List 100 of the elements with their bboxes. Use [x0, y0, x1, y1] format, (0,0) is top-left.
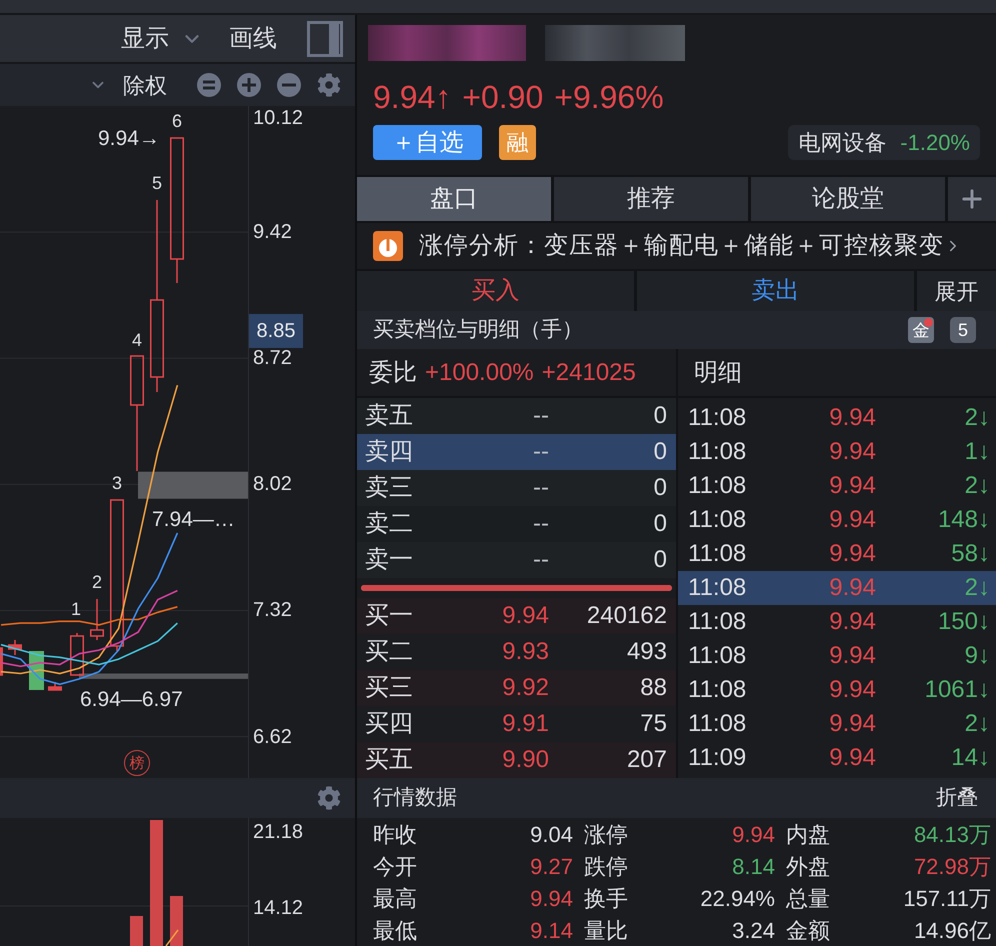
market-data-value: 9.27 [530, 852, 573, 880]
trade-row[interactable]: 11:08 9.94 150↓ [678, 605, 996, 639]
market-data-value: 84.13万 [914, 820, 991, 848]
collapse-button[interactable]: 折叠 [936, 782, 978, 814]
trade-price: 9.94 [828, 573, 876, 603]
order-price: 9.93 [501, 637, 549, 667]
market-data-label: 跌停 [584, 852, 628, 880]
expand-button[interactable]: 展开 [917, 271, 996, 311]
buy-button[interactable]: 买入 [357, 271, 634, 311]
settings-icon[interactable] [317, 786, 341, 810]
trade-row[interactable]: 11:08 9.94 1061↓ [678, 673, 996, 707]
sector-name: 电网设备 [798, 129, 886, 157]
candlestick [70, 633, 84, 676]
trade-row[interactable]: 11:08 9.94 2↓ [678, 401, 996, 435]
order-row[interactable]: 卖三 -- 0 [357, 470, 676, 506]
trade-row[interactable]: 11:08 9.94 1↓ [678, 435, 996, 469]
plus-circle-icon[interactable] [237, 73, 261, 97]
split-panel-icon[interactable] [307, 20, 343, 56]
market-data-label: 金额 [786, 916, 830, 944]
trade-row[interactable]: 11:08 9.94 2↓ [678, 571, 996, 605]
tile-toggle[interactable]: 金 [908, 317, 934, 343]
price-axis-label: 9.42 [253, 222, 292, 242]
rank-badge[interactable]: 榜 [124, 750, 150, 776]
order-price: -- [532, 437, 549, 467]
order-row[interactable]: 买三 9.92 88 [357, 670, 676, 706]
quote-price: 9.94↑ [373, 81, 452, 113]
tab[interactable]: 盘口 [357, 177, 551, 221]
market-data-label: 内盘 [786, 820, 830, 848]
trade-volume: 2↓ [964, 709, 990, 739]
price-zone-label: 6.94—6.97 [80, 688, 183, 710]
order-level-label: 买五 [365, 745, 414, 775]
minus-circle-icon[interactable] [277, 73, 301, 97]
add-tab-button[interactable] [948, 177, 996, 221]
order-volume: 0 [652, 401, 667, 431]
limit-up-analysis-text[interactable]: 涨停分析：变压器＋输配电＋储能＋可控核聚变 [419, 228, 944, 264]
trade-row[interactable]: 11:08 9.94 9↓ [678, 639, 996, 673]
equals-circle-icon[interactable] [197, 73, 221, 97]
settings-icon[interactable] [317, 73, 341, 97]
order-row[interactable]: 卖一 -- 0 [357, 542, 676, 578]
order-price: -- [532, 545, 549, 575]
trade-volume: 58↓ [950, 539, 990, 569]
trade-volume: 2↓ [964, 403, 990, 433]
price-axis-label: 8.72 [253, 348, 292, 368]
high-price-label: 9.94→ [98, 128, 160, 149]
tab[interactable]: 论股堂 [751, 177, 945, 221]
trade-time: 11:08 [688, 641, 748, 671]
trade-row[interactable]: 11:08 9.94 58↓ [678, 537, 996, 571]
trade-time: 11:08 [688, 471, 748, 501]
trade-time: 11:08 [688, 403, 748, 433]
candle-number-label: 4 [132, 331, 142, 349]
trade-volume: 150↓ [936, 607, 990, 637]
trade-row[interactable]: 11:08 9.94 148↓ [678, 503, 996, 537]
draw-line-button[interactable]: 画线 [229, 20, 277, 56]
order-level-label: 卖一 [365, 545, 414, 575]
trade-price: 9.94 [828, 743, 876, 773]
order-price: 9.94 [501, 601, 549, 631]
candlestick [8, 640, 22, 655]
level-count-button[interactable]: 5 [950, 317, 976, 343]
market-data-value: 3.24 [732, 916, 775, 944]
order-volume: 207 [626, 745, 667, 775]
ratio-percent: +100.00% [425, 358, 534, 388]
order-volume: 0 [652, 545, 667, 575]
ratio-difference: +241025 [542, 358, 636, 388]
trade-price: 9.94 [828, 675, 876, 705]
circle-tile-icon [373, 231, 403, 261]
market-data-value: 72.98万 [914, 852, 991, 880]
margin-badge: 融 [499, 125, 536, 160]
order-row[interactable]: 买一 9.94 240162 [357, 598, 676, 634]
order-volume: 88 [639, 673, 667, 703]
order-volume: 240162 [586, 601, 667, 631]
trade-row[interactable]: 11:09 9.94 14↓ [678, 741, 996, 775]
quote-change: +0.90 [462, 81, 544, 113]
order-row[interactable]: 卖四 -- 0 [357, 434, 676, 470]
market-data-value: 9.04 [530, 820, 573, 848]
trade-price: 9.94 [828, 403, 876, 433]
order-level-label: 卖三 [365, 473, 414, 503]
market-data-label: 最低 [373, 916, 417, 944]
sell-button[interactable]: 卖出 [637, 271, 914, 311]
tab[interactable]: 推荐 [554, 177, 748, 221]
trade-volume: 9↓ [964, 641, 990, 671]
candle-number-label: 3 [112, 474, 122, 492]
market-data-value: 14.96亿 [914, 916, 991, 944]
quote-change-percent: +9.96% [554, 81, 664, 113]
trade-time: 11:08 [688, 573, 748, 603]
market-data-label: 最高 [373, 884, 417, 912]
volume-axis-label: 21.18 [253, 822, 304, 842]
order-row[interactable]: 买五 9.90 207 [357, 742, 676, 778]
sector-tag[interactable]: 电网设备 -1.20% [788, 125, 980, 160]
depth-title: 买卖档位与明细（手） [373, 317, 583, 344]
trade-time: 11:08 [688, 709, 748, 739]
sector-change: -1.20% [900, 129, 970, 157]
market-data-label: 换手 [584, 884, 628, 912]
trade-row[interactable]: 11:08 9.94 2↓ [678, 707, 996, 741]
order-level-label: 买三 [365, 673, 414, 703]
trade-row[interactable]: 11:08 9.94 2↓ [678, 469, 996, 503]
adjust-menu[interactable]: 除权 [89, 68, 167, 102]
detail-title: 明细 [694, 358, 742, 388]
order-row[interactable]: 卖五 -- 0 [357, 398, 676, 434]
display-menu[interactable]: 显示 [121, 20, 203, 56]
market-data-label: 昨收 [373, 820, 417, 848]
